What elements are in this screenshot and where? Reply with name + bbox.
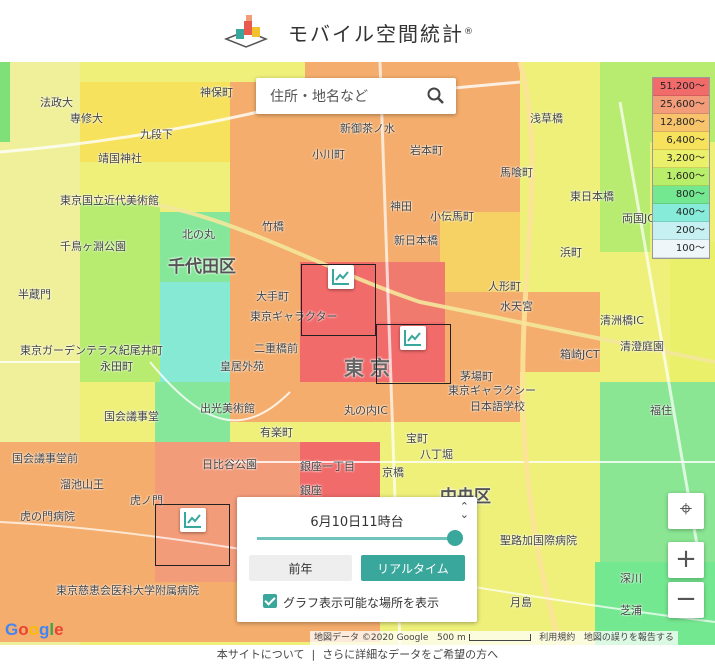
legend-item: 100〜 [653, 240, 709, 258]
map-label: 人形町 [488, 280, 521, 293]
map-label: 永田町 [100, 360, 133, 373]
map-label: 水天宮 [500, 300, 533, 313]
legend-item: 25,600〜 [653, 96, 709, 114]
map-label: 浅草橋 [530, 112, 563, 125]
terms-link[interactable]: 利用規約 [539, 633, 575, 643]
search-icon[interactable] [426, 86, 446, 106]
map-label: 出光美術館 [200, 402, 255, 415]
legend-item: 6,400〜 [653, 132, 709, 150]
map-label: 福住 [650, 404, 672, 417]
footer-separator: | [311, 648, 316, 661]
map-label: 宝町 [406, 432, 428, 445]
google-logo[interactable]: Google [5, 620, 64, 640]
map-label: 東京ガーデンテラス紀尾井町 [20, 344, 163, 357]
time-slider[interactable] [257, 530, 463, 546]
legend-item: 1,600〜 [653, 168, 709, 186]
current-time-label: 6月10日11時台 [310, 515, 404, 530]
about-site-link[interactable]: 本サイトについて [217, 648, 305, 661]
map-label: 半蔵門 [18, 288, 51, 301]
site-header: モバイル空間統計 ® [0, 0, 715, 63]
scale-label: 500 m [436, 633, 466, 643]
population-legend: 51,200〜 25,600〜 12,800〜 6,400〜 3,200〜 1,600〜 8… [652, 77, 710, 259]
show-graph-checkbox[interactable] [263, 594, 277, 608]
map-label: 銀座 [300, 484, 322, 497]
map-label: 虎の門病院 [20, 510, 75, 523]
map-label: 清澄庭園 [620, 340, 664, 353]
logo-registered-mark: ® [464, 27, 473, 37]
map-label: 深川 [620, 572, 642, 585]
my-location-button[interactable]: ⌖ [668, 493, 704, 529]
legend-item: 12,800〜 [653, 114, 709, 132]
map-label: 大手町 [256, 290, 289, 303]
map-label: 八丁堀 [420, 448, 453, 461]
map-label: 芝浦 [620, 604, 642, 617]
legend-item: 51,200〜 [653, 78, 709, 96]
graph-marker-icon[interactable] [400, 326, 426, 350]
address-search-box[interactable] [256, 78, 456, 114]
site-footer: 本サイトについて | さらに詳細なデータをご希望の方へ [0, 645, 715, 665]
map-label: 溜池山王 [60, 478, 104, 491]
map-label: 清洲橋IC [600, 314, 644, 327]
detail-data-link[interactable]: さらに詳細なデータをご希望の方へ [322, 648, 498, 661]
map-label: 浜町 [560, 246, 582, 259]
collapse-chevron-icon[interactable]: ⌃ ⌄ [460, 501, 469, 520]
graph-marker-icon[interactable] [180, 508, 206, 532]
map-label: 国会議事堂前 [12, 452, 78, 465]
prev-year-button[interactable]: 前年 [249, 555, 352, 581]
time-control-panel: 6月10日11時台 ⌃ ⌄ 前年 リアルタイム グラフ表示可能な場所を表示 [237, 497, 477, 622]
map-attribution: 地図データ ©2020 Google 500 m 利用規約 地図の誤りを報告する [310, 631, 678, 645]
legend-item: 3,200〜 [653, 150, 709, 168]
district-label-chiyoda: 千代田区 [168, 257, 236, 277]
map-label: 有楽町 [260, 426, 293, 439]
map-label: 東日本橋 [570, 190, 614, 203]
map-data-credit[interactable]: 地図データ ©2020 Google [314, 633, 428, 643]
map-label: 二重橋前 [254, 342, 298, 355]
legend-item: 400〜 [653, 204, 709, 222]
map-label: 東京ギャラクシー [448, 384, 536, 397]
legend-item: 800〜 [653, 186, 709, 204]
graph-marker-icon[interactable] [328, 265, 354, 289]
report-error-link[interactable]: 地図の誤りを報告する [584, 633, 674, 643]
map-label: 小川町 [312, 148, 345, 161]
map-label: 月島 [510, 596, 532, 609]
map-label: 北の丸 [182, 228, 215, 241]
logo-text: モバイル空間統計 [288, 21, 464, 46]
site-logo[interactable]: モバイル空間統計 ® [222, 12, 473, 52]
map-label: 国会議事堂 [104, 410, 159, 423]
legend-item: 200〜 [653, 222, 709, 240]
map-label: 馬喰町 [500, 166, 533, 179]
map-label: 竹橋 [262, 220, 284, 233]
zoom-in-button[interactable]: + [668, 542, 704, 578]
map-label: 銀座一丁目 [300, 460, 355, 473]
map-label: 京橋 [382, 466, 404, 479]
zoom-out-button[interactable]: − [668, 582, 704, 618]
map-label: 聖路加国際病院 [500, 534, 577, 547]
map-label: 東京国立近代美術館 [60, 194, 159, 207]
map-label: 新御茶ノ水 [340, 122, 395, 135]
map-label: 小伝馬町 [430, 210, 474, 223]
map-label: 日比谷公園 [202, 458, 257, 471]
map-label: 東京慈恵会医科大学附属病院 [56, 584, 199, 597]
scale-bar [468, 634, 531, 641]
search-input[interactable] [268, 84, 422, 110]
map-label: 専修大 [70, 112, 103, 125]
map-label: 新日本橋 [394, 234, 438, 247]
show-graph-label[interactable]: グラフ表示可能な場所を表示 [283, 594, 439, 611]
map-label: 丸の内IC [344, 404, 388, 417]
realtime-button[interactable]: リアルタイム [361, 555, 465, 581]
map-label: 神保町 [200, 86, 233, 99]
map-label: 九段下 [140, 128, 173, 141]
map-label: 皇居外苑 [220, 360, 264, 373]
logo-cubes-icon [223, 15, 269, 48]
map-label: 日本語学校 [470, 400, 525, 413]
map-label: 岩本町 [410, 144, 443, 157]
map-label: 神田 [390, 200, 412, 213]
map-label: 箱崎JCT [560, 348, 600, 361]
map-label: 千鳥ヶ淵公園 [60, 240, 126, 253]
map-label: 法政大 [40, 96, 73, 109]
slider-knob[interactable] [447, 530, 463, 546]
map-label: 靖国神社 [98, 152, 142, 165]
